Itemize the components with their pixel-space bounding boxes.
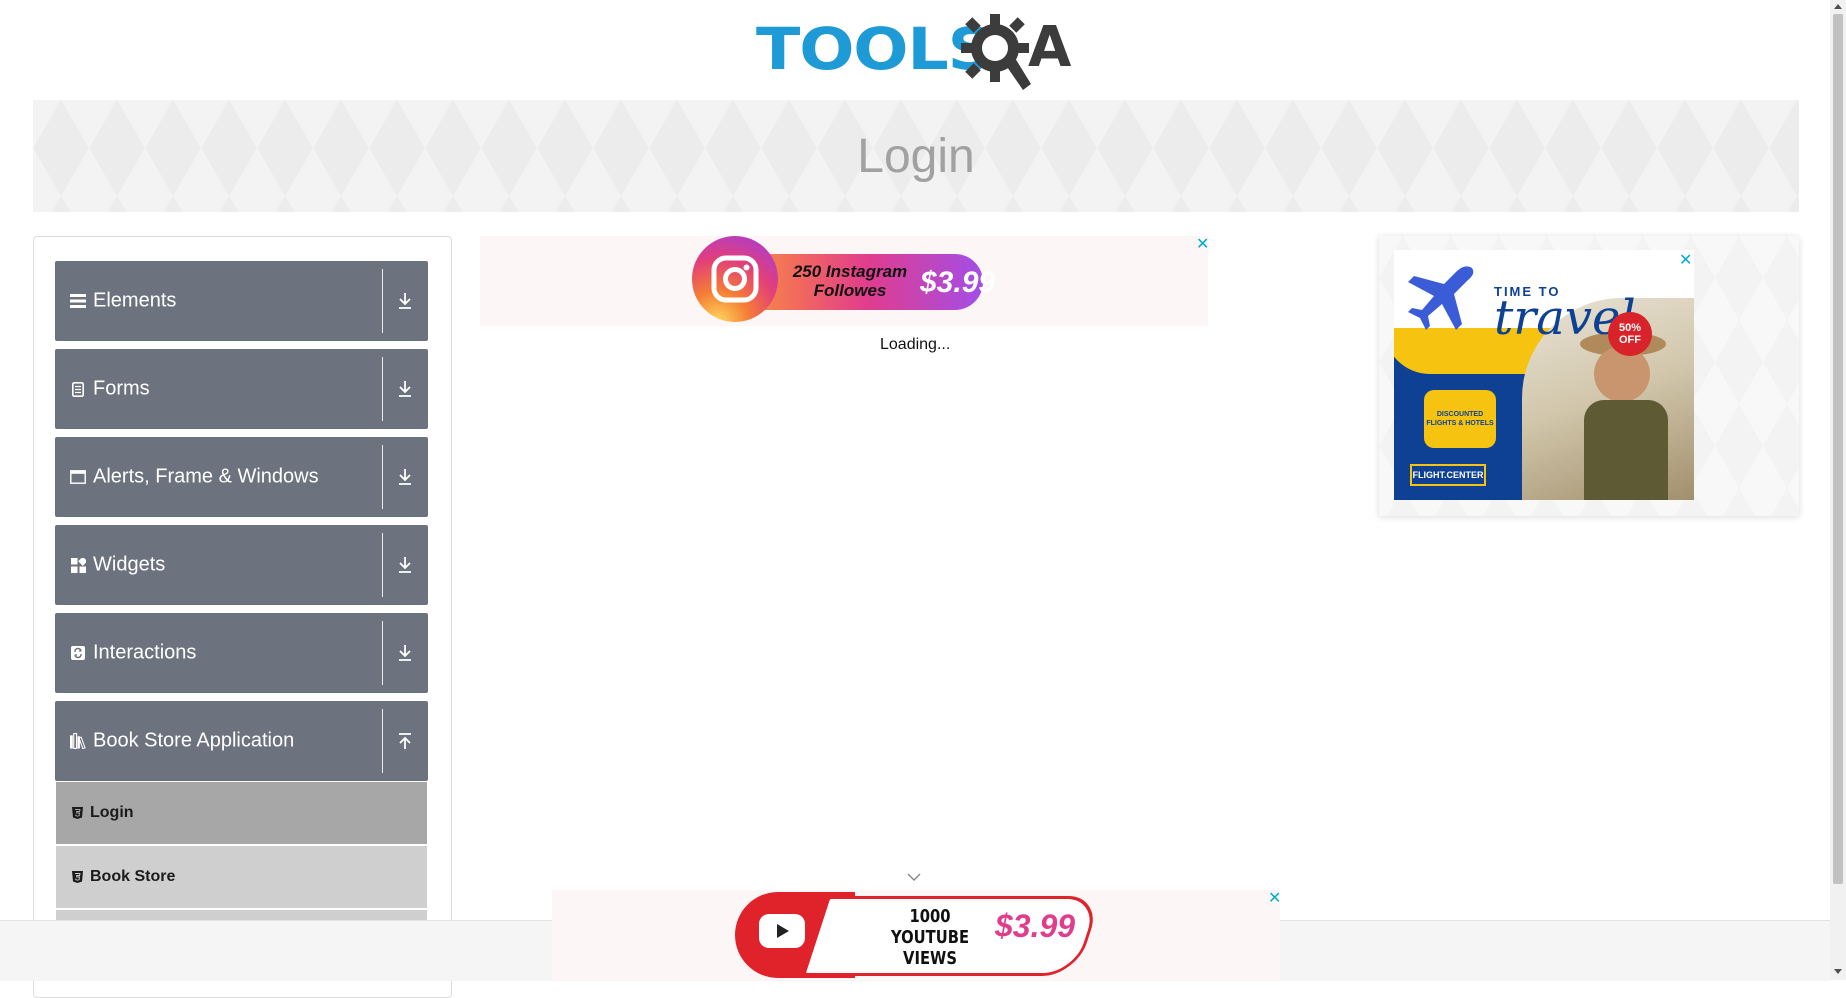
ad-banner-instagram[interactable]: 250 Instagram Followes $3.99 ✕ [480,236,1209,326]
download-arrow-icon[interactable] [393,553,417,577]
menu-group-label: Alerts, Frame & Windows [93,465,319,488]
divider [382,621,383,685]
instagram-icon [692,236,778,322]
ad-text: 1000 YOUTUBE VIEWS [881,906,979,969]
menu-group-label: Widgets [93,553,166,576]
toolsqa-logo[interactable]: TOOLS A [756,14,1080,90]
widgets-icon [70,557,86,573]
travel-ad-image: TIME TO travel 50% OFF DISCOUNTED FLIGHT… [1394,250,1694,500]
ad-text-line: Followes [813,281,887,300]
submenu-item-login[interactable]: Login [56,782,427,845]
ad-text-line: 250 Instagram [792,262,908,281]
menu-group-interactions[interactable]: Interactions [55,613,428,693]
left-panel: Elements Forms Alerts, Frame & Windows W… [33,236,452,998]
html5-icon [72,871,84,883]
scroll-down-icon[interactable] [1834,969,1842,974]
divider [382,269,383,333]
airplane-icon [1408,266,1474,330]
ad-price: $3.99 [920,266,996,299]
chevron-down-icon[interactable] [906,872,922,882]
loading-text: Loading... [880,336,951,353]
ad-banner-travel[interactable]: TIME TO travel 50% OFF DISCOUNTED FLIGHT… [1379,236,1799,516]
brand-label: FLIGHT.CENTER [1410,464,1486,486]
ad-price: $3.99 [995,908,1076,944]
window-icon [70,469,86,485]
document-icon [70,381,86,397]
menu-group-label: Book Store Application [93,729,295,752]
refresh-icon [70,645,86,661]
divider [382,709,383,773]
youtube-play-icon [759,914,805,948]
menu-group-label: Elements [93,289,177,312]
upload-arrow-icon[interactable] [393,729,417,753]
menu-group-widgets[interactable]: Widgets [55,525,428,605]
ad-bubble: DISCOUNTED FLIGHTS & HOTELS [1424,390,1496,448]
download-arrow-icon[interactable] [393,377,417,401]
divider [382,533,383,597]
ad-banner-youtube[interactable]: 1000 YOUTUBE VIEWS $3.99 ✕ [552,890,1281,980]
scroll-up-icon[interactable] [1834,4,1842,9]
menu-group-label: Forms [93,377,150,400]
logo-letter-a: A [1028,15,1072,80]
gear-magnifier-icon [961,14,1031,90]
discount-badge: 50% OFF [1608,312,1652,356]
vertical-scrollbar[interactable] [1830,0,1846,980]
download-arrow-icon[interactable] [393,465,417,489]
ad-close-icon[interactable]: ✕ [1196,236,1209,252]
hamburger-icon [70,293,86,309]
ad-text-line: YOUTUBE VIEWS [890,927,970,969]
ad-close-icon[interactable]: ✕ [1268,890,1281,906]
submenu-item-label: Book Store [90,868,176,885]
logo-text: TOOLS [756,15,994,83]
ad-text-line: 1000 [909,906,951,927]
ad-text: 250 Instagram Followes [785,262,915,300]
books-icon [70,733,86,749]
person-body [1584,400,1668,500]
menu-group-forms[interactable]: Forms [55,349,428,429]
divider [382,445,383,509]
menu-group-alerts-frame-windows[interactable]: Alerts, Frame & Windows [55,437,428,517]
page-title: Login [857,129,975,183]
scroll-thumb[interactable] [1833,14,1843,884]
ad-close-icon[interactable]: ✕ [1679,252,1692,268]
download-arrow-icon[interactable] [393,641,417,665]
menu-group-elements[interactable]: Elements [55,261,428,341]
html5-icon [72,807,84,819]
submenu-item-book-store[interactable]: Book Store [56,846,427,909]
menu-group-label: Interactions [93,641,197,664]
menu-group-book-store-application[interactable]: Book Store Application [55,701,428,781]
download-arrow-icon[interactable] [393,289,417,313]
submenu-item-label: Login [90,804,134,821]
page-banner: Login [33,100,1799,212]
divider [382,357,383,421]
